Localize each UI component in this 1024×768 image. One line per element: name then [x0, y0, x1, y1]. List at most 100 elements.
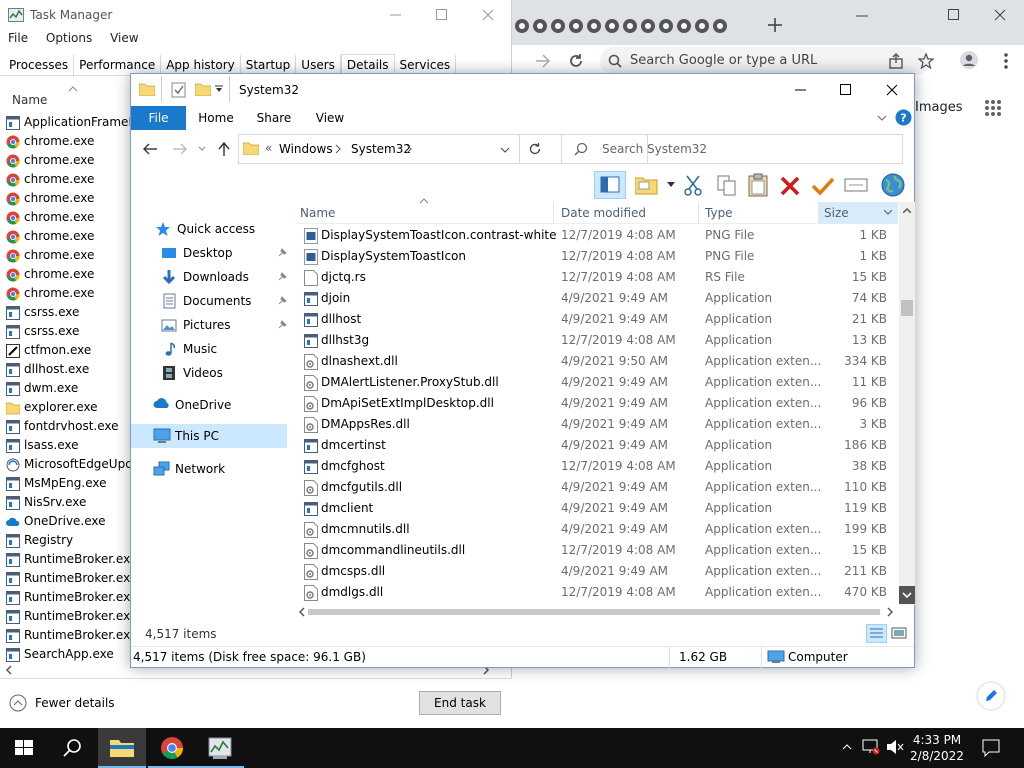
help-icon[interactable]: ?: [895, 109, 912, 126]
volume-muted-icon[interactable]: [886, 739, 904, 755]
start-button[interactable]: [0, 728, 48, 768]
hscroll-thumb[interactable]: [308, 609, 880, 615]
nav-quick-access[interactable]: Quick access: [155, 217, 255, 241]
menu-view[interactable]: View: [110, 31, 138, 45]
minimize-icon[interactable]: [390, 9, 402, 21]
network-status-icon[interactable]: [862, 739, 880, 755]
cut-scissors-icon[interactable]: [683, 174, 703, 196]
nav-videos[interactable]: Videos: [161, 361, 223, 385]
forward-arrow-icon[interactable]: [173, 143, 187, 155]
tab-processes[interactable]: Processes: [4, 55, 75, 77]
pin-icon[interactable]: [277, 272, 287, 282]
nav-documents[interactable]: Documents: [161, 289, 287, 313]
name-column-header[interactable]: Name: [12, 93, 47, 107]
explorer-minimize-icon[interactable]: [795, 89, 807, 91]
breadcrumb-separator-icon[interactable]: [335, 144, 341, 154]
pin-icon[interactable]: [277, 248, 287, 258]
ribbon-tab-file[interactable]: File: [131, 106, 186, 130]
delete-x-icon[interactable]: [780, 176, 800, 196]
recent-locations-icon[interactable]: [198, 146, 206, 152]
scroll-up-icon[interactable]: [903, 208, 911, 213]
file-row[interactable]: DisplaySystemToastIcon 12/7/2019 4:08 AM P…: [295, 246, 897, 267]
file-row[interactable]: dlnashext.dll 4/9/2021 9:50 AM Application…: [295, 351, 897, 372]
file-row[interactable]: djoin 4/9/2021 9:49 AM Application 74 KB: [295, 288, 897, 309]
new-tab-icon[interactable]: [768, 18, 782, 32]
file-row[interactable]: dmcommandlineutils.dll 12/7/2019 4:08 AM A…: [295, 540, 897, 561]
file-row[interactable]: DMAppsRes.dll 4/9/2021 9:49 AM Application…: [295, 414, 897, 435]
taskbar-task-manager-icon[interactable]: [196, 728, 244, 768]
copy-icon[interactable]: [716, 174, 738, 196]
fewer-details-link[interactable]: Fewer details: [35, 696, 115, 710]
notifications-icon[interactable]: [982, 739, 1000, 757]
details-view-icon[interactable]: [866, 624, 887, 643]
column-filter-dropdown-icon[interactable]: [884, 210, 892, 215]
column-size[interactable]: Size: [824, 206, 849, 220]
nav-this-pc[interactable]: This PC: [131, 424, 287, 448]
pin-icon[interactable]: [277, 296, 287, 306]
chevron-up-icon[interactable]: [9, 694, 27, 712]
menu-options[interactable]: Options: [46, 31, 92, 45]
explorer-maximize-icon[interactable]: [840, 84, 852, 96]
apps-grid-icon[interactable]: [985, 100, 1001, 116]
scroll-left-icon[interactable]: [5, 665, 13, 675]
clock-time[interactable]: 4:33 PM: [906, 733, 968, 747]
chrome-maximize-icon[interactable]: [948, 9, 960, 21]
close-icon[interactable]: [482, 9, 494, 21]
preview-pane-button[interactable]: [594, 171, 626, 199]
file-row[interactable]: dmcmnutils.dll 4/9/2021 9:49 AM Applicatio…: [295, 519, 897, 540]
file-row[interactable]: djctq.rs 12/7/2019 4:08 AM RS File 15 KB: [295, 267, 897, 288]
maximize-icon[interactable]: [436, 9, 448, 21]
customize-pencil-icon[interactable]: [976, 681, 1006, 711]
column-date-modified[interactable]: Date modified: [561, 206, 646, 220]
taskbar-chrome-icon[interactable]: [148, 728, 196, 768]
scroll-left-icon[interactable]: [299, 607, 305, 617]
clock-date[interactable]: 2/8/2022: [906, 749, 968, 763]
scroll-right-icon[interactable]: [887, 607, 893, 617]
column-name[interactable]: Name: [300, 206, 335, 220]
large-icons-view-icon[interactable]: [891, 626, 907, 640]
column-type[interactable]: Type: [705, 206, 733, 220]
nav-desktop[interactable]: Desktop: [161, 241, 287, 265]
chrome-menu-icon[interactable]: [1004, 53, 1008, 69]
nav-downloads[interactable]: Downloads: [161, 265, 287, 289]
file-row[interactable]: DmApiSetExtImplDesktop.dll 4/9/2021 9:49 …: [295, 393, 897, 414]
scroll-down-icon[interactable]: [899, 586, 915, 604]
breadcrumb-separator-icon[interactable]: [406, 144, 412, 154]
column-divider[interactable]: [698, 202, 699, 224]
file-row[interactable]: dllhost 4/9/2021 9:49 AM Application 21 KB: [295, 309, 897, 330]
file-row[interactable]: DMAlertListener.ProxyStub.dll 4/9/2021 9:…: [295, 372, 897, 393]
properties-checkmark-icon[interactable]: [811, 176, 835, 196]
bookmark-star-icon[interactable]: [918, 53, 934, 69]
file-row[interactable]: DisplaySystemToastIcon.contrast-white 12/…: [295, 225, 897, 246]
address-history-dropdown-icon[interactable]: [500, 147, 510, 153]
chrome-tab-favicons[interactable]: [512, 12, 742, 40]
quick-access-toolbar-dropdown-icon[interactable]: [215, 85, 223, 93]
file-list-vscrollbar[interactable]: [899, 202, 915, 605]
omnibox[interactable]: Search Google or type a URL: [600, 47, 934, 75]
explorer-close-icon[interactable]: [886, 84, 898, 96]
ribbon-tab-share[interactable]: Share: [249, 106, 299, 130]
file-list-hscrollbar[interactable]: [295, 604, 899, 620]
nav-pictures[interactable]: Pictures: [161, 313, 287, 337]
nav-network[interactable]: Network: [153, 457, 225, 481]
end-task-button[interactable]: End task: [419, 691, 501, 715]
file-row[interactable]: dmdlgs.dll 12/7/2019 4:08 AM Application e…: [295, 582, 897, 603]
search-icon[interactable]: [48, 728, 96, 768]
scroll-thumb[interactable]: [901, 300, 913, 316]
ribbon-tab-home[interactable]: Home: [191, 106, 241, 130]
profile-avatar-icon[interactable]: [960, 51, 978, 69]
properties-check-icon[interactable]: [171, 82, 187, 98]
breadcrumb-system32[interactable]: System32: [351, 142, 411, 156]
ribbon-tab-view[interactable]: View: [305, 106, 355, 130]
share-icon[interactable]: [888, 53, 904, 69]
search-box[interactable]: Search System32: [561, 134, 903, 164]
file-row[interactable]: dmcertinst 4/9/2021 9:49 AM Application 186…: [295, 435, 897, 456]
file-row[interactable]: dmcsps.dll 4/9/2021 9:49 AM Application ex…: [295, 561, 897, 582]
explorer-titlebar[interactable]: System32: [131, 74, 914, 106]
forward-icon[interactable]: [536, 54, 550, 68]
column-divider[interactable]: [553, 202, 554, 224]
taskbar-file-explorer-icon[interactable]: [98, 728, 146, 768]
task-manager-titlebar[interactable]: Task Manager: [0, 0, 512, 30]
menu-file[interactable]: File: [8, 31, 28, 45]
view-folder-icon[interactable]: [635, 174, 659, 196]
